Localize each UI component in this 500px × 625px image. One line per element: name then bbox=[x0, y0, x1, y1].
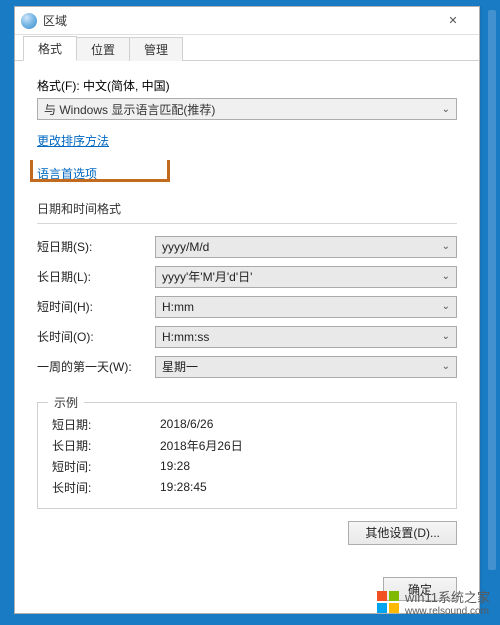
ex-long-date-value: 2018年6月26日 bbox=[160, 437, 243, 454]
long-date-value: yyyy'年'M'月'd'日' bbox=[162, 268, 252, 285]
additional-settings-button[interactable]: 其他设置(D)... bbox=[348, 521, 457, 545]
short-time-value: H:mm bbox=[162, 300, 194, 314]
chevron-down-icon: ⌄ bbox=[442, 241, 450, 252]
example-heading: 示例 bbox=[48, 394, 84, 411]
next-window-sliver bbox=[488, 10, 496, 570]
globe-icon bbox=[21, 13, 37, 29]
close-icon: ✕ bbox=[448, 14, 457, 27]
ex-short-time-label: 短时间: bbox=[52, 458, 160, 475]
close-button[interactable]: ✕ bbox=[433, 10, 473, 32]
long-date-combobox[interactable]: yyyy'年'M'月'd'日' ⌄ bbox=[155, 266, 457, 288]
chevron-down-icon: ⌄ bbox=[442, 271, 450, 282]
group-date-time-heading: 日期和时间格式 bbox=[37, 200, 457, 217]
tab-location[interactable]: 位置 bbox=[77, 37, 130, 61]
format-combobox[interactable]: 与 Windows 显示语言匹配(推荐) ⌄ bbox=[37, 98, 457, 120]
tab-format[interactable]: 格式 bbox=[23, 36, 77, 61]
long-time-value: H:mm:ss bbox=[162, 330, 209, 344]
first-day-value: 星期一 bbox=[162, 358, 198, 375]
chevron-down-icon: ⌄ bbox=[442, 301, 450, 312]
format-label: 格式(F): 中文(简体, 中国) bbox=[37, 77, 457, 94]
chevron-down-icon: ⌄ bbox=[442, 331, 450, 342]
short-date-combobox[interactable]: yyyy/M/d ⌄ bbox=[155, 236, 457, 258]
format-combobox-value: 与 Windows 显示语言匹配(推荐) bbox=[44, 101, 215, 118]
chevron-down-icon: ⌄ bbox=[442, 104, 450, 115]
tab-manage[interactable]: 管理 bbox=[130, 37, 183, 61]
long-date-label: 长日期(L): bbox=[37, 268, 155, 285]
ex-short-time-value: 19:28 bbox=[160, 459, 190, 473]
region-dialog: 区域 ✕ 格式 位置 管理 格式(F): 中文(简体, 中国) 与 Window… bbox=[14, 6, 480, 614]
short-date-value: yyyy/M/d bbox=[162, 240, 209, 254]
ex-long-date-label: 长日期: bbox=[52, 437, 160, 454]
short-time-label: 短时间(H): bbox=[37, 298, 155, 315]
long-time-label: 长时间(O): bbox=[37, 328, 155, 345]
window-title: 区域 bbox=[43, 12, 67, 29]
first-day-label: 一周的第一天(W): bbox=[37, 358, 155, 375]
watermark-logo-icon bbox=[377, 591, 399, 613]
long-time-combobox[interactable]: H:mm:ss ⌄ bbox=[155, 326, 457, 348]
titlebar: 区域 ✕ bbox=[15, 7, 479, 35]
ex-long-time-value: 19:28:45 bbox=[160, 480, 207, 494]
example-group: 示例 短日期: 2018/6/26 长日期: 2018年6月26日 短时间: 1… bbox=[37, 402, 457, 509]
watermark: win11系统之家 www.relsound.com bbox=[377, 587, 490, 617]
first-day-combobox[interactable]: 星期一 ⌄ bbox=[155, 356, 457, 378]
ex-long-time-label: 长时间: bbox=[52, 479, 160, 496]
watermark-text: win11系统之家 bbox=[405, 587, 490, 606]
link-change-sort-method[interactable]: 更改排序方法 bbox=[37, 130, 109, 153]
ex-short-date-label: 短日期: bbox=[52, 416, 160, 433]
chevron-down-icon: ⌄ bbox=[442, 361, 450, 372]
ex-short-date-value: 2018/6/26 bbox=[160, 417, 213, 431]
group-date-time-formats: 日期和时间格式 短日期(S): yyyy/M/d ⌄ 长日期(L): yyyy'… bbox=[37, 200, 457, 382]
watermark-url: www.relsound.com bbox=[405, 606, 490, 617]
divider-icon bbox=[37, 223, 457, 224]
short-time-combobox[interactable]: H:mm ⌄ bbox=[155, 296, 457, 318]
tab-content: 格式(F): 中文(简体, 中国) 与 Windows 显示语言匹配(推荐) ⌄… bbox=[15, 61, 479, 555]
short-date-label: 短日期(S): bbox=[37, 238, 155, 255]
tab-strip: 格式 位置 管理 bbox=[15, 35, 479, 61]
link-language-preferences[interactable]: 语言首选项 bbox=[37, 163, 97, 186]
